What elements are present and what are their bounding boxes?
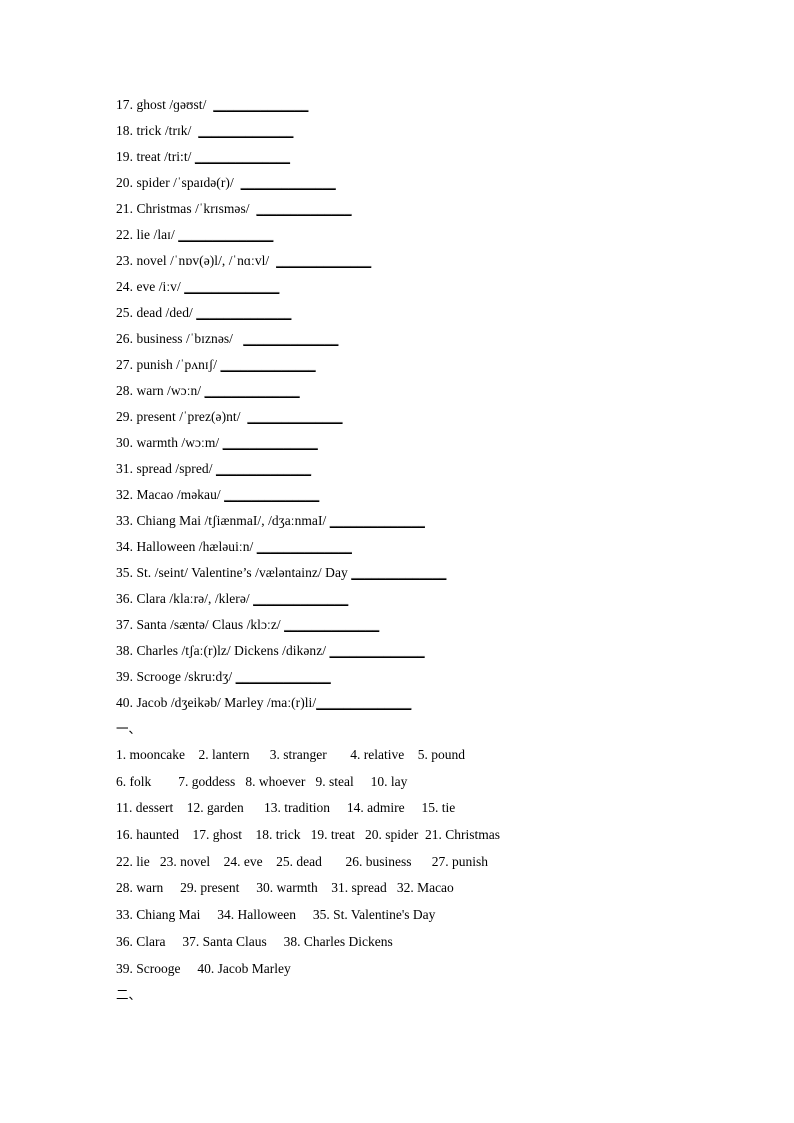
vocabulary-entry: 24. eve /iːv/ ______________ (116, 274, 716, 300)
answer-blank[interactable]: ______________ (236, 669, 331, 684)
vocabulary-entry-text: 37. Santa /sæntə/ Claus /klɔːz/ (116, 617, 285, 632)
answer-blank[interactable]: ______________ (241, 175, 336, 190)
answer-blank[interactable]: ______________ (247, 409, 342, 424)
worksheet-page: 17. ghost /ɡəʊst/ ______________ 18. tri… (0, 0, 794, 1123)
vocabulary-entry-text: 28. warn /wɔːn/ (116, 383, 205, 398)
vocabulary-entry: 30. warmth /wɔːm/ ______________ (116, 430, 716, 456)
answer-blank[interactable]: ______________ (205, 383, 300, 398)
answer-key-row: 11. dessert 12. garden 13. tradition 14.… (116, 800, 456, 816)
vocabulary-entry: 22. lie /laɪ/ ______________ (116, 222, 716, 248)
vocabulary-entry: 25. dead /ded/ ______________ (116, 300, 716, 326)
vocabulary-entry: 26. business /ˈbɪznəs/ ______________ (116, 326, 716, 352)
document-body: 17. ghost /ɡəʊst/ ______________ 18. tri… (116, 92, 716, 1008)
vocabulary-entry-text: 17. ghost /ɡəʊst/ (116, 97, 214, 112)
answer-key-row: 36. Clara 37. Santa Claus 38. Charles Di… (116, 933, 393, 949)
vocabulary-entry: 34. Halloween /hæləuiːn/ ______________ (116, 534, 716, 560)
vocabulary-entry-text: 25. dead /ded/ (116, 305, 197, 320)
vocabulary-entry-text: 22. lie /laɪ/ (116, 227, 179, 242)
answer-blank[interactable]: ______________ (329, 643, 424, 658)
vocabulary-entry: 17. ghost /ɡəʊst/ ______________ (116, 92, 716, 118)
vocabulary-entry: 35. St. /seint/ Valentine’s /væləntainz/… (116, 560, 716, 586)
section-two-heading: 二、 (116, 987, 142, 1003)
vocabulary-entry: 21. Christmas /ˈkrɪsməs/ ______________ (116, 196, 716, 222)
answer-key-row: 1. mooncake 2. lantern 3. stranger 4. re… (116, 747, 466, 762)
vocabulary-entry: 20. spider /ˈspaɪdə(r)/ ______________ (116, 170, 716, 196)
answer-blank[interactable]: ______________ (284, 617, 379, 632)
vocabulary-entry-text: 29. present /ˈprez(ə)nt/ (116, 409, 248, 424)
answer-key-list: 1. mooncake 2. lantern 3. stranger 4. re… (116, 742, 716, 982)
answer-blank[interactable]: ______________ (256, 201, 351, 216)
answer-key-row: 28. warn 29. present 30. warmth 31. spre… (116, 880, 454, 896)
vocabulary-entry-text: 32. Macao /məkau/ (116, 487, 225, 502)
vocabulary-entry-text: 33. Chiang Mai /tʃiænmaI/, /dʒaːnmaI/ (116, 513, 330, 528)
answer-blank[interactable]: ______________ (276, 253, 371, 268)
answer-blank[interactable]: ______________ (316, 695, 411, 710)
answer-key-row: 6. folk 7. goddess 8. whoever 9. steal 1… (116, 773, 408, 789)
answer-blank[interactable]: ______________ (213, 97, 308, 112)
vocabulary-entry: 32. Macao /məkau/ ______________ (116, 482, 716, 508)
vocabulary-entry: 40. Jacob /dʒeikəb/ Marley /maː(r)li/___… (116, 690, 716, 716)
vocabulary-entry: 23. novel /ˈnɒv(ə)l/, /ˈnɑːvl/ _________… (116, 248, 716, 274)
vocabulary-entry: 19. treat /tri:t/ ______________ (116, 144, 716, 170)
vocabulary-entry-text: 40. Jacob /dʒeikəb/ Marley /maː(r)li/ (116, 695, 317, 710)
answer-blank[interactable]: ______________ (224, 487, 319, 502)
answer-blank[interactable]: ______________ (223, 435, 318, 450)
answer-blank[interactable]: ______________ (178, 227, 273, 242)
vocabulary-entry-text: 20. spider /ˈspaɪdə(r)/ (116, 175, 241, 190)
vocabulary-entry-text: 19. treat /tri:t/ (116, 149, 195, 164)
answer-blank[interactable]: ______________ (216, 461, 311, 476)
answer-key-row: 16. haunted 17. ghost 18. trick 19. trea… (116, 827, 500, 843)
vocabulary-entry: 18. trick /trɪk/ ______________ (116, 118, 716, 144)
answer-blank[interactable]: ______________ (330, 513, 425, 528)
vocabulary-list: 17. ghost /ɡəʊst/ ______________ 18. tri… (116, 92, 716, 716)
section-one-heading: 一、 (116, 721, 142, 736)
vocabulary-entry-text: 39. Scrooge /skru:dʒ/ (116, 669, 236, 684)
answer-key-row: 22. lie 23. novel 24. eve 25. dead 26. b… (116, 853, 488, 869)
vocabulary-entry: 31. spread /spred/ ______________ (116, 456, 716, 482)
answer-blank[interactable]: ______________ (221, 357, 316, 372)
vocabulary-entry: 33. Chiang Mai /tʃiænmaI/, /dʒaːnmaI/ __… (116, 508, 716, 534)
vocabulary-entry-text: 36. Clara /klaːrə/, /klerə/ (116, 591, 254, 606)
answer-blank[interactable]: ______________ (195, 149, 290, 164)
vocabulary-entry-text: 21. Christmas /ˈkrɪsməs/ (116, 201, 257, 216)
answer-key-row: 39. Scrooge 40. Jacob Marley (116, 960, 291, 976)
vocabulary-entry-text: 26. business /ˈbɪznəs/ (116, 331, 244, 346)
answer-blank[interactable]: ______________ (196, 305, 291, 320)
answer-blank[interactable]: ______________ (243, 331, 338, 346)
vocabulary-entry: 29. present /ˈprez(ə)nt/ ______________ (116, 404, 716, 430)
answer-blank[interactable]: ______________ (257, 539, 352, 554)
answer-blank[interactable]: ______________ (253, 591, 348, 606)
vocabulary-entry-text: 18. trick /trɪk/ (116, 123, 199, 138)
vocabulary-entry: 36. Clara /klaːrə/, /klerə/ ____________… (116, 586, 716, 612)
vocabulary-entry: 28. warn /wɔːn/ ______________ (116, 378, 716, 404)
vocabulary-entry-text: 34. Halloween /hæləuiːn/ (116, 539, 257, 554)
vocabulary-entry-text: 30. warmth /wɔːm/ (116, 435, 223, 450)
vocabulary-entry-text: 38. Charles /tʃaː(r)lz/ Dickens /dikənz/ (116, 643, 330, 658)
answer-blank[interactable]: ______________ (351, 565, 446, 580)
answer-blank[interactable]: ______________ (184, 279, 279, 294)
vocabulary-entry-text: 35. St. /seint/ Valentine’s /væləntainz/… (116, 565, 352, 580)
vocabulary-entry-text: 24. eve /iːv/ (116, 279, 185, 294)
vocabulary-entry: 38. Charles /tʃaː(r)lz/ Dickens /dikənz/… (116, 638, 716, 664)
vocabulary-entry-text: 23. novel /ˈnɒv(ə)l/, /ˈnɑːvl/ (116, 253, 277, 268)
vocabulary-entry-text: 31. spread /spred/ (116, 461, 216, 476)
answer-blank[interactable]: ______________ (198, 123, 293, 138)
answer-key-row: 33. Chiang Mai 34. Halloween 35. St. Val… (116, 907, 436, 923)
vocabulary-entry-text: 27. punish /ˈpʌnɪʃ/ (116, 357, 221, 372)
vocabulary-entry: 39. Scrooge /skru:dʒ/ ______________ (116, 664, 716, 690)
vocabulary-entry: 37. Santa /sæntə/ Claus /klɔːz/ ________… (116, 612, 716, 638)
vocabulary-entry: 27. punish /ˈpʌnɪʃ/ ______________ (116, 352, 716, 378)
